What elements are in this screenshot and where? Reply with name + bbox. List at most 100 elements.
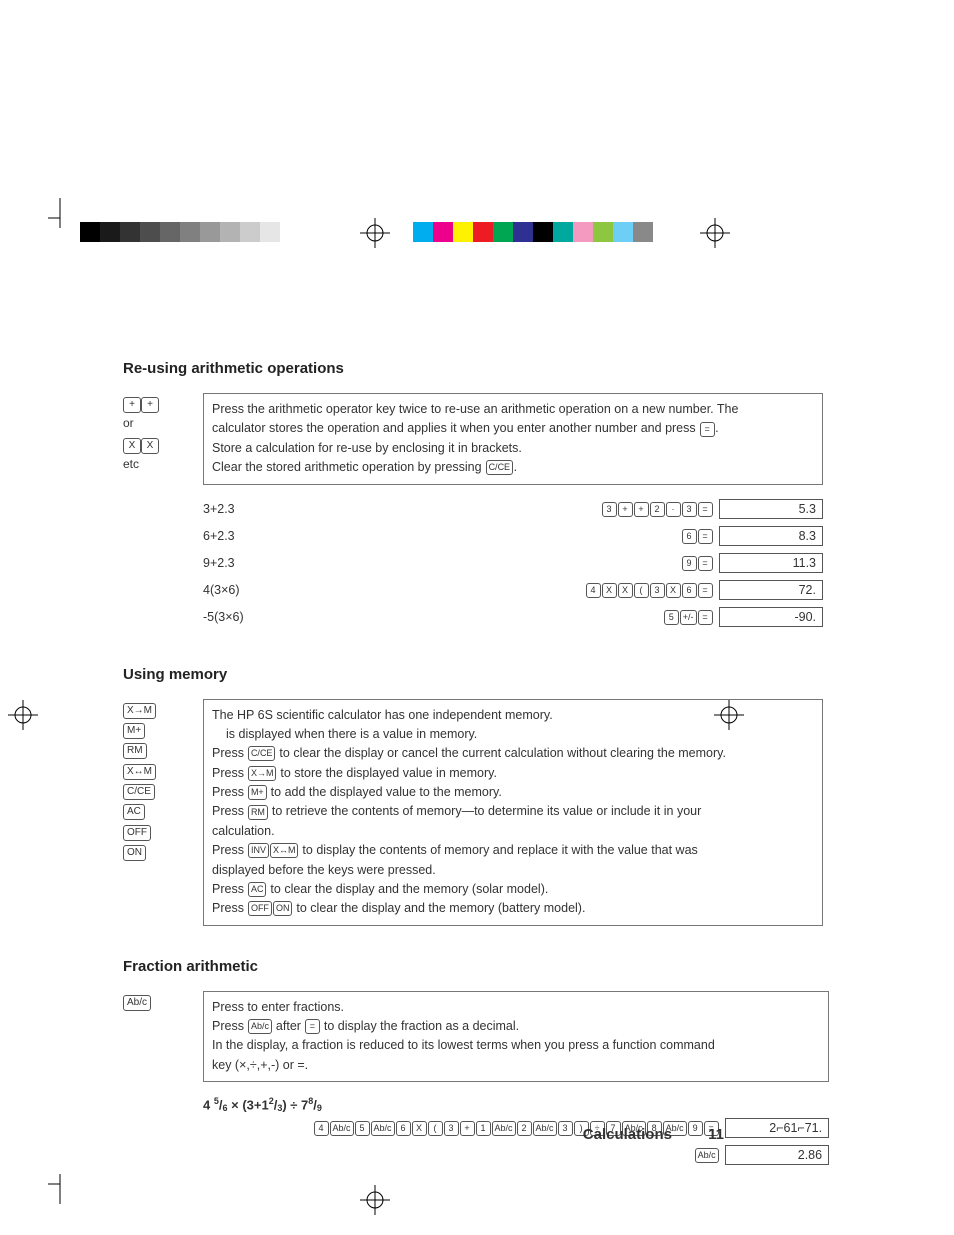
key-sequence: Ab/c — [313, 1147, 725, 1163]
info-text: Press — [212, 882, 247, 896]
info-box: The HP 6S scientific calculator has one … — [203, 699, 823, 926]
registration-target-icon — [8, 700, 38, 730]
sidebar-text: etc — [123, 457, 139, 471]
calculator-key: = — [698, 610, 713, 625]
calculator-key: 6 — [682, 529, 697, 544]
registration-bar — [0, 214, 954, 254]
key-cce: C/CE — [486, 460, 514, 475]
calculator-key: 1 — [476, 1121, 491, 1136]
info-box: Press to enter fractions. Press Ab/c aft… — [203, 991, 829, 1083]
key-off: OFF — [248, 901, 272, 916]
info-text: to clear the display and the memory (bat… — [293, 901, 586, 915]
calculator-key: X — [412, 1121, 427, 1136]
example-row: Ab/c 2.86 — [203, 1145, 829, 1165]
calculator-key: OFF — [123, 825, 151, 841]
calculator-key: 2 — [650, 502, 665, 517]
result-display: 2.86 — [725, 1145, 829, 1165]
key-abc: Ab/c — [248, 1019, 272, 1034]
expression: 4(3×6) — [203, 583, 313, 597]
info-text: Press — [212, 901, 247, 915]
page-content: Re-using arithmetic operations ++ or XX … — [123, 360, 823, 1204]
result-display: 5.3 — [719, 499, 823, 519]
calculator-key: X↔M — [123, 764, 156, 780]
info-text: . — [514, 460, 517, 474]
info-text: Press — [212, 1019, 247, 1033]
calculator-key: 6 — [396, 1121, 411, 1136]
calculator-key: 2 — [517, 1121, 532, 1136]
key-cce: C/CE — [248, 746, 276, 761]
footer-label: Calculations — [583, 1126, 672, 1143]
info-text: Press — [212, 843, 247, 857]
calculator-key: RM — [123, 743, 147, 759]
expression: 3+2.3 — [203, 502, 313, 516]
calculator-key: · — [666, 502, 681, 517]
sidebar-keys: Ab/c — [123, 991, 203, 1011]
info-text: The HP 6S scientific calculator has one … — [212, 706, 814, 725]
info-text: to store the displayed value in memory. — [277, 766, 497, 780]
info-text: to clear the display and the memory (sol… — [267, 882, 548, 896]
expression: 6+2.3 — [203, 529, 313, 543]
info-text: Press — [212, 766, 247, 780]
calculator-key: Ab/c — [371, 1121, 395, 1136]
info-text: to clear the display or cancel the curre… — [276, 746, 726, 760]
calculator-key: 3 — [602, 502, 617, 517]
info-text: calculator stores the operation and appl… — [212, 421, 699, 435]
info-text: after — [272, 1019, 304, 1033]
calculator-key: 3 — [558, 1121, 573, 1136]
key-sequence: 9= — [313, 554, 719, 570]
info-text: In the display, a fraction is reduced to… — [212, 1036, 820, 1055]
key-plus: + — [141, 397, 159, 413]
section-heading: Using memory — [123, 666, 823, 683]
calculator-key: = — [698, 502, 713, 517]
calculator-key: = — [698, 529, 713, 544]
page-footer: Calculations 11 — [583, 1126, 724, 1143]
info-text: displayed before the keys were pressed. — [212, 861, 814, 880]
key-sequence: 3++2·3= — [313, 500, 719, 516]
key-equals: = — [700, 422, 715, 437]
info-text: to add the displayed value to the memory… — [267, 785, 502, 799]
key-rm: RM — [248, 805, 268, 820]
info-text: Clear the stored arithmetic operation by… — [212, 460, 485, 474]
calculator-key: C/CE — [123, 784, 155, 800]
result-display: 2⌐61⌐71. — [725, 1118, 829, 1138]
calculator-key: Ab/c — [695, 1148, 719, 1163]
calculator-key: 5 — [664, 610, 679, 625]
result-display: 72. — [719, 580, 823, 600]
key-plus: + — [123, 397, 141, 413]
calculator-key: 3 — [444, 1121, 459, 1136]
calculator-key: 4 — [314, 1121, 329, 1136]
info-text: to retrieve the contents of memory—to de… — [268, 804, 701, 818]
key-on: ON — [273, 901, 293, 916]
section-heading: Re-using arithmetic operations — [123, 360, 823, 377]
calculator-key: + — [460, 1121, 475, 1136]
info-text: Press — [212, 785, 247, 799]
calculator-key: ON — [123, 845, 146, 861]
info-text: is displayed when there is a value in me… — [212, 725, 814, 744]
calculator-key: ( — [634, 583, 649, 598]
key-equals: = — [305, 1019, 320, 1034]
calculator-key: 4 — [586, 583, 601, 598]
info-text: . — [715, 421, 718, 435]
info-text: Store a calculation for re-use by enclos… — [212, 439, 814, 458]
info-text: Press — [212, 746, 247, 760]
calculator-key: M+ — [123, 723, 145, 739]
example-row: 3+2.33++2·3=5.3 — [203, 499, 823, 519]
calculator-key: X — [602, 583, 617, 598]
section-heading: Fraction arithmetic — [123, 958, 823, 975]
calculator-key: 6 — [682, 583, 697, 598]
info-text: to display the fraction as a decimal. — [320, 1019, 519, 1033]
example-row: 4(3×6)4XX(3X6=72. — [203, 580, 823, 600]
key-mplus: M+ — [248, 785, 267, 800]
key-sequence: 5+/-= — [313, 608, 719, 624]
key-inv: INV — [248, 843, 269, 858]
info-text: Press — [212, 804, 247, 818]
section-reusing-arithmetic: Re-using arithmetic operations ++ or XX … — [123, 360, 823, 634]
sidebar-keys: X→MM+RMX↔MC/CEACOFFON — [123, 699, 203, 862]
key-abc: Ab/c — [123, 995, 151, 1011]
example-row: 6+2.36=8.3 — [203, 526, 823, 546]
calculator-key: 3 — [682, 502, 697, 517]
example-row: 4Ab/c5Ab/c6X(3+1Ab/c2Ab/c3)÷7Ab/c8Ab/c9=… — [203, 1118, 829, 1138]
info-text: to display the contents of memory and re… — [299, 843, 698, 857]
key-sequence: 6= — [313, 527, 719, 543]
info-text: key (×,÷,+,-) or =. — [212, 1056, 820, 1075]
